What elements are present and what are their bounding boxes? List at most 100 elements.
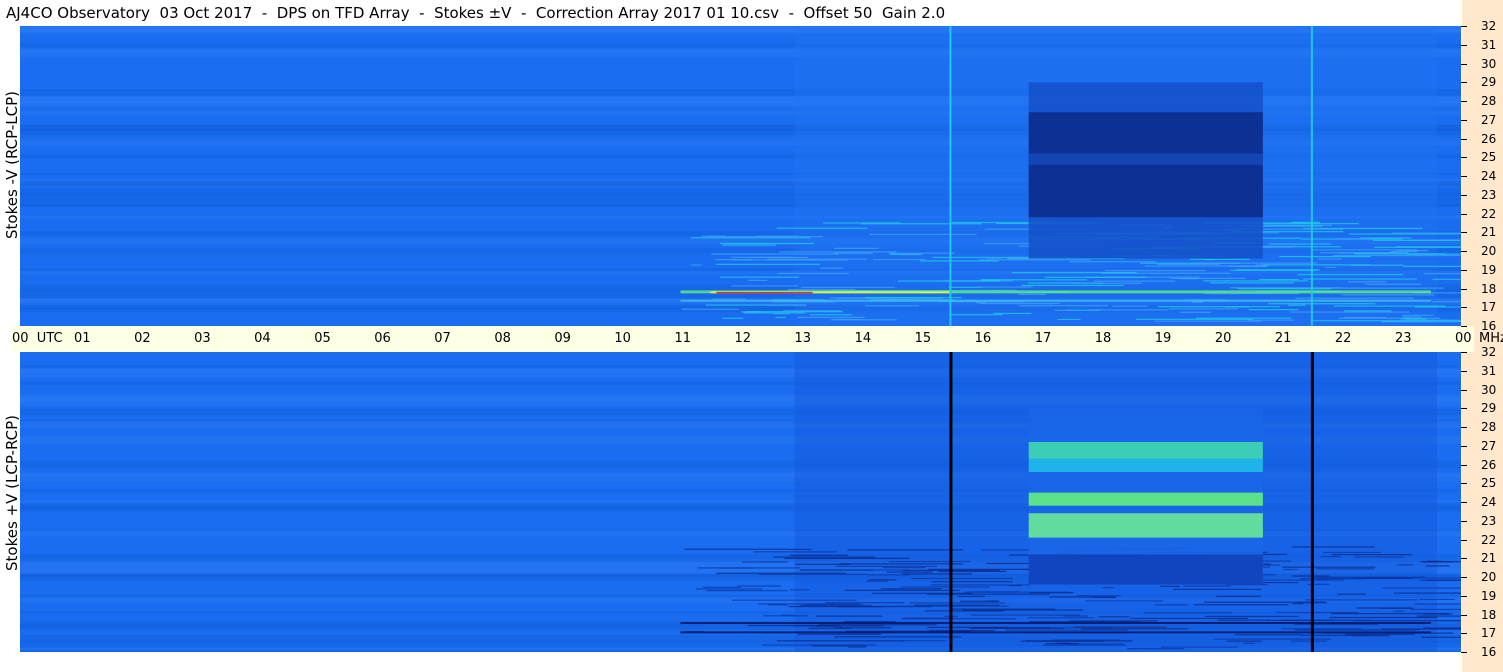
interference-streak	[1393, 592, 1461, 594]
interference-streak	[834, 636, 962, 638]
interference-streak	[711, 253, 839, 255]
interference-streak	[1154, 604, 1188, 606]
interference-streak	[844, 589, 960, 591]
interference-streak	[1396, 564, 1413, 566]
interference-streak	[868, 579, 897, 581]
interference-streak	[929, 630, 995, 632]
interference-streak	[834, 627, 892, 629]
interference-streak	[896, 605, 1009, 607]
utc-tick-label: 12	[734, 331, 752, 346]
interference-streak	[1353, 620, 1461, 622]
interference-streak	[811, 645, 868, 647]
utc-tick-label: 05	[314, 331, 331, 346]
frequency-tick	[1461, 139, 1467, 140]
vertical-artifact	[949, 26, 952, 326]
frequency-tick	[1461, 615, 1467, 616]
interference-streak	[1320, 252, 1399, 254]
interference-streak	[919, 260, 999, 262]
utc-tick-label: 19	[1154, 331, 1172, 346]
burst-band	[1028, 513, 1263, 538]
interference-streak	[766, 304, 806, 306]
utc-tick-label: 20	[1214, 331, 1232, 346]
interference-streak	[888, 252, 955, 254]
interference-streak	[909, 602, 1005, 604]
interference-streak	[974, 286, 1033, 288]
interference-streak	[1157, 263, 1220, 265]
frequency-tick-label: 23	[1481, 188, 1497, 202]
interference-streak	[1419, 598, 1455, 601]
frequency-tick	[1461, 596, 1467, 597]
interference-band	[716, 291, 813, 294]
utc-tick-label: 09	[554, 331, 571, 346]
vertical-artifact	[1310, 26, 1313, 326]
interference-streak	[702, 586, 741, 588]
frequency-tick	[1461, 326, 1467, 327]
interference-band	[680, 622, 1431, 624]
interference-streak	[1358, 577, 1413, 579]
interference-streak	[1295, 297, 1415, 299]
frequency-tick-label: 24	[1481, 495, 1497, 509]
utc-tick-label: 14	[854, 331, 872, 346]
frequency-tick	[1461, 390, 1467, 391]
frequency-tick	[1461, 64, 1467, 65]
interference-streak	[788, 605, 885, 608]
interference-streak	[1018, 305, 1108, 307]
interference-streak	[775, 316, 786, 319]
interference-streak	[1043, 644, 1127, 646]
frequency-tick	[1461, 289, 1467, 290]
interference-streak	[1052, 639, 1120, 641]
frequency-tick	[1461, 232, 1467, 233]
interference-streak	[993, 312, 1032, 315]
utc-tick-label: 10	[614, 331, 631, 346]
interference-streak	[1205, 615, 1299, 618]
chart-title: AJ4CO Observatory 03 Oct 2017 - DPS on T…	[6, 4, 946, 22]
interference-streak	[1393, 610, 1404, 612]
interference-streak	[1172, 588, 1262, 590]
interference-streak	[1297, 274, 1404, 276]
interference-streak	[1374, 246, 1461, 248]
interference-streak	[691, 264, 702, 266]
interference-streak	[731, 256, 794, 258]
interference-streak	[773, 556, 876, 558]
interference-streak	[732, 259, 848, 261]
frequency-tick-label: 26	[1481, 132, 1497, 146]
frequency-tick-label: 31	[1481, 38, 1497, 52]
burst-band	[1028, 492, 1263, 506]
interference-streak	[1390, 250, 1418, 253]
interference-streak	[1135, 318, 1254, 320]
interference-streak	[716, 572, 847, 574]
interference-streak	[720, 242, 815, 245]
interference-streak	[986, 257, 1003, 259]
frequency-tick	[1461, 157, 1467, 158]
interference-band	[680, 631, 1431, 634]
utc-tick-label: 11	[674, 331, 691, 346]
frequency-tick-label: 21	[1481, 225, 1497, 239]
frequency-tick-label: 31	[1481, 364, 1497, 378]
frequency-tick	[1461, 371, 1467, 372]
frequency-tick-label: 18	[1481, 282, 1497, 296]
interference-streak	[762, 615, 808, 617]
frequency-tick	[1461, 633, 1467, 634]
interference-streak	[835, 565, 938, 567]
interference-streak	[1335, 238, 1371, 240]
frequency-tick	[1461, 45, 1467, 46]
interference-streak	[900, 254, 921, 256]
interference-streak	[979, 259, 1091, 261]
utc-tick-label: 15	[914, 331, 932, 346]
utc-tick-label: 04	[254, 331, 271, 346]
interference-streak	[1373, 239, 1460, 241]
interference-streak	[901, 618, 1016, 620]
frequency-tick	[1461, 352, 1467, 353]
interference-streak	[1102, 586, 1114, 589]
interference-streak	[1267, 303, 1376, 305]
interference-streak	[980, 279, 1087, 281]
interference-streak	[1428, 560, 1443, 562]
frequency-tick-label: 27	[1481, 439, 1497, 453]
utc-tick-label: 13	[794, 331, 812, 346]
interference-streak	[960, 600, 1000, 602]
utc-tick-label: 01	[74, 331, 91, 346]
interference-streak	[1045, 643, 1079, 645]
interference-streak	[1193, 604, 1289, 606]
interference-streak	[768, 604, 788, 606]
frequency-tick-label: 18	[1481, 608, 1497, 622]
